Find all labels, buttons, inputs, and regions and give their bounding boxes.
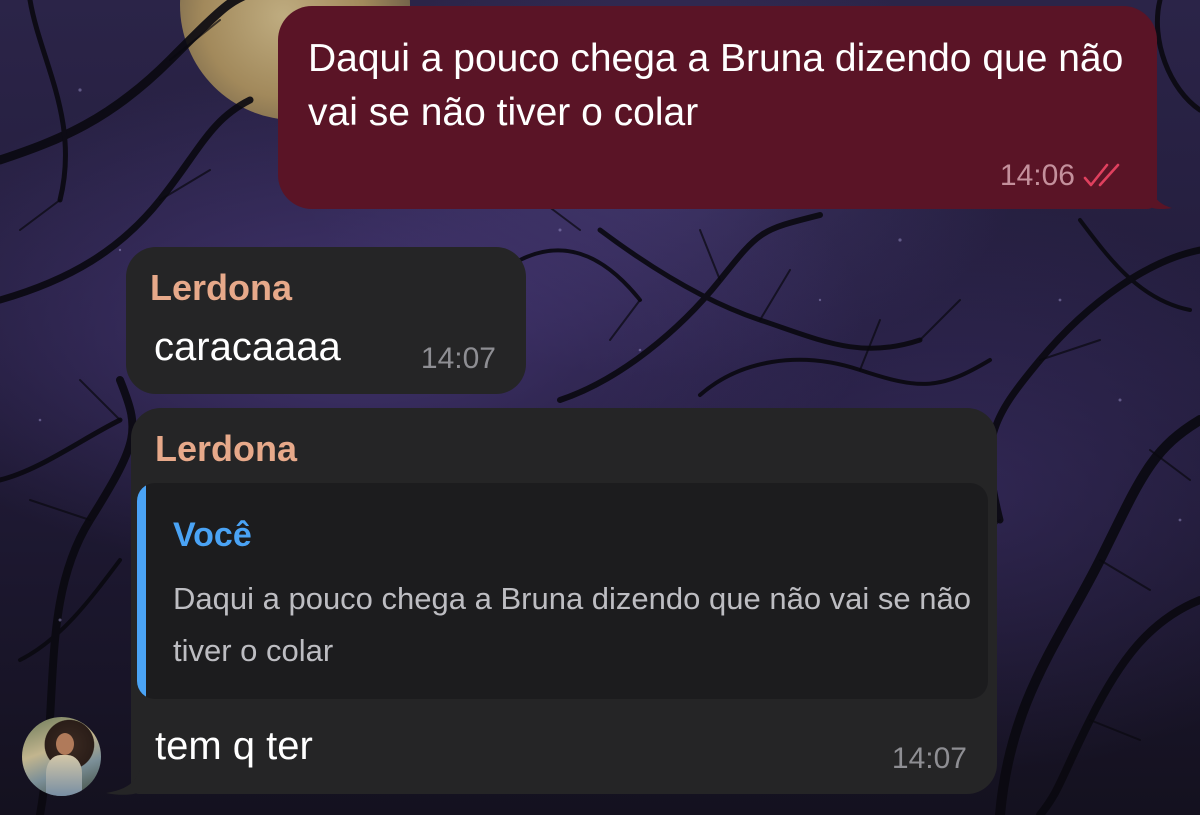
chat-view: Daqui a pouco chega a Bruna dizendo que …	[0, 0, 1200, 815]
outgoing-message-time: 14:06	[999, 159, 1075, 192]
incoming-message-text: tem q ter	[155, 724, 313, 768]
outgoing-message-bubble[interactable]: Daqui a pouco chega a Bruna dizendo que …	[278, 6, 1157, 209]
incoming-bubble-tail	[106, 770, 140, 795]
outgoing-bubble-tail	[1148, 182, 1172, 210]
sender-name[interactable]: Lerdona	[155, 428, 297, 470]
avatar-body	[46, 755, 82, 796]
outgoing-message-text: Daqui a pouco chega a Bruna dizendo que …	[308, 37, 1124, 134]
incoming-message-time: 14:07	[891, 742, 967, 775]
sender-name[interactable]: Lerdona	[150, 267, 292, 309]
outgoing-message-meta: 14:06	[1000, 159, 1127, 193]
incoming-message-bubble[interactable]: Lerdona caracaaaa 14:07	[126, 247, 526, 394]
quoted-reply[interactable]: Você Daqui a pouco chega a Bruna dizendo…	[137, 483, 988, 699]
double-check-icon	[1083, 163, 1120, 187]
avatar-face	[56, 733, 74, 755]
reply-author: Você	[173, 516, 252, 554]
incoming-reply-message-bubble[interactable]: Lerdona Você Daqui a pouco chega a Bruna…	[131, 408, 997, 794]
incoming-message-time: 14:07	[420, 342, 496, 375]
avatar[interactable]	[22, 717, 101, 796]
reply-text: Daqui a pouco chega a Bruna dizendo que …	[173, 581, 971, 668]
reply-accent-bar	[137, 483, 146, 699]
incoming-message-text: caracaaaa	[154, 325, 341, 369]
